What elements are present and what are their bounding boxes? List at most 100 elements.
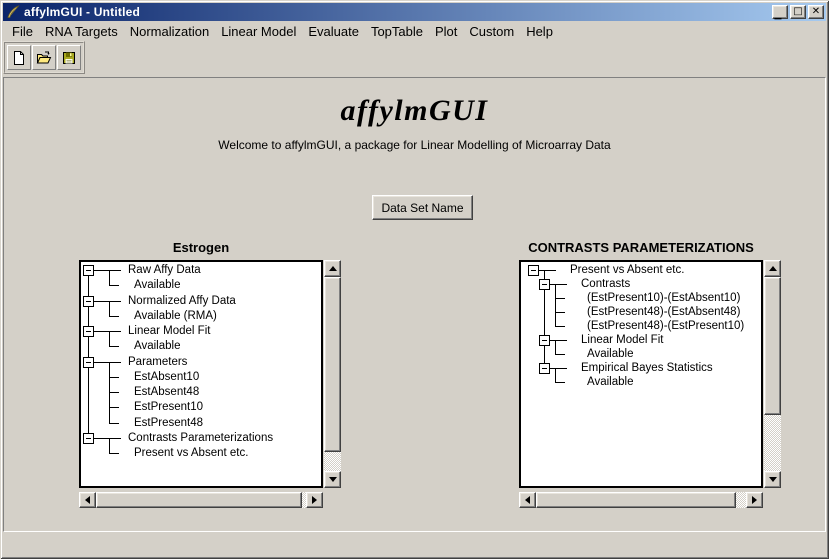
menu-item-plot[interactable]: Plot: [429, 22, 463, 41]
scroll-down-icon: [769, 477, 777, 482]
contrasts-tree-content: Present vs Absent etc.Contrasts(EstPrese…: [521, 262, 761, 486]
tree-line: [109, 438, 110, 453]
tree-line: [109, 346, 119, 347]
tree-line: [555, 354, 565, 355]
tree-line: [555, 382, 565, 383]
menu-item-file[interactable]: File: [6, 22, 39, 41]
data-set-name-button[interactable]: Data Set Name: [372, 195, 473, 220]
tree-node-label[interactable]: Available: [587, 375, 633, 389]
tree-node-label[interactable]: Present vs Absent etc.: [134, 446, 248, 460]
open-file-button[interactable]: [32, 45, 56, 70]
estrogen-tree-vertical-scrollbar: [324, 260, 341, 488]
tree-collapse-toggle[interactable]: [539, 335, 550, 346]
scrollbar-thumb[interactable]: [324, 277, 341, 452]
tree-collapse-toggle[interactable]: [83, 357, 94, 368]
tree-collapse-toggle[interactable]: [83, 265, 94, 276]
scroll-left-icon: [85, 496, 90, 504]
menu-item-help[interactable]: Help: [520, 22, 559, 41]
app-title: affylmGUI: [0, 94, 829, 128]
tree-node-label[interactable]: Available: [134, 339, 180, 353]
tree-line: [109, 301, 110, 316]
tree-collapse-toggle[interactable]: [528, 265, 539, 276]
maximize-button[interactable]: □: [790, 5, 806, 19]
contrasts-tree-title: CONTRASTS PARAMETERIZATIONS: [519, 240, 763, 255]
menu-item-evaluate[interactable]: Evaluate: [302, 22, 365, 41]
contrasts-tree-horizontal-scrollbar: [519, 492, 763, 508]
save-file-button[interactable]: [57, 45, 81, 70]
tree-line: [555, 326, 565, 327]
tree-line: [538, 270, 556, 271]
scroll-up-icon: [329, 266, 337, 271]
tree-node-label[interactable]: Raw Affy Data: [128, 263, 201, 277]
scrollbar-track[interactable]: [96, 492, 306, 508]
tree-node-label[interactable]: Linear Model Fit: [128, 324, 210, 338]
scroll-down-button[interactable]: [764, 471, 781, 488]
tree-node-label[interactable]: Present vs Absent etc.: [570, 263, 684, 277]
tree-line: [109, 270, 110, 285]
menu-item-rna-targets[interactable]: RNA Targets: [39, 22, 124, 41]
minus-icon: [531, 270, 536, 271]
tree-line: [555, 284, 556, 326]
tree-collapse-toggle[interactable]: [539, 279, 550, 290]
close-icon: ✕: [812, 7, 820, 17]
tree-collapse-toggle[interactable]: [83, 326, 94, 337]
scrollbar-track[interactable]: [324, 277, 341, 471]
tree-collapse-toggle[interactable]: [83, 296, 94, 307]
title-bar: affylmGUI - Untitled ▁ □ ✕: [3, 3, 826, 21]
close-button[interactable]: ✕: [808, 5, 824, 19]
tree-node-label[interactable]: Contrasts: [581, 277, 630, 291]
scrollbar-thumb[interactable]: [536, 492, 736, 508]
minus-icon: [86, 270, 91, 271]
scroll-up-button[interactable]: [324, 260, 341, 277]
scroll-right-icon: [752, 496, 757, 504]
tree-collapse-toggle[interactable]: [83, 433, 94, 444]
tree-line: [555, 368, 556, 382]
tree-line: [109, 285, 119, 286]
menu-item-custom[interactable]: Custom: [463, 22, 520, 41]
new-file-button[interactable]: [7, 45, 31, 70]
tree-node-label[interactable]: Available: [134, 278, 180, 292]
tree-node-label[interactable]: Available: [587, 347, 633, 361]
scroll-left-button[interactable]: [79, 492, 96, 508]
scrollbar-track[interactable]: [536, 492, 746, 508]
estrogen-tree-horizontal-scrollbar: [79, 492, 323, 508]
scroll-up-button[interactable]: [764, 260, 781, 277]
app-subtitle: Welcome to affylmGUI, a package for Line…: [0, 138, 829, 152]
contrasts-tree: Present vs Absent etc.Contrasts(EstPrese…: [519, 260, 763, 488]
tree-node-label[interactable]: Linear Model Fit: [581, 333, 663, 347]
tree-line: [109, 331, 110, 346]
scroll-right-button[interactable]: [746, 492, 763, 508]
scrollbar-thumb[interactable]: [96, 492, 302, 508]
menu-item-toptable[interactable]: TopTable: [365, 22, 429, 41]
scroll-left-button[interactable]: [519, 492, 536, 508]
tree-node-label[interactable]: EstPresent48: [134, 416, 203, 430]
minus-icon: [86, 331, 91, 332]
tree-node-label[interactable]: Normalized Affy Data: [128, 294, 236, 308]
tree-node-label[interactable]: Parameters: [128, 355, 187, 369]
minus-icon: [542, 284, 547, 285]
scroll-down-button[interactable]: [324, 471, 341, 488]
application-window: affylmGUI - Untitled ▁ □ ✕ FileRNA Targe…: [0, 0, 829, 559]
tree-node-label[interactable]: EstAbsent10: [134, 370, 199, 384]
tree-node-label[interactable]: Available (RMA): [134, 309, 217, 323]
tree-node-label[interactable]: EstAbsent48: [134, 385, 199, 399]
minimize-button[interactable]: ▁: [772, 5, 788, 19]
scroll-right-icon: [312, 496, 317, 504]
scroll-up-icon: [769, 266, 777, 271]
scrollbar-track[interactable]: [764, 277, 781, 471]
menu-item-normalization[interactable]: Normalization: [124, 22, 215, 41]
tree-node-label[interactable]: (EstPresent48)-(EstPresent10): [587, 319, 744, 333]
menu-item-linear-model[interactable]: Linear Model: [215, 22, 302, 41]
scrollbar-thumb[interactable]: [764, 277, 781, 415]
estrogen-tree: Raw Affy DataAvailableNormalized Affy Da…: [79, 260, 323, 488]
tree-line: [555, 312, 565, 313]
tree-node-label[interactable]: EstPresent10: [134, 400, 203, 414]
tree-collapse-toggle[interactable]: [539, 363, 550, 374]
tree-node-label[interactable]: (EstPresent48)-(EstAbsent48): [587, 305, 740, 319]
tree-node-label[interactable]: (EstPresent10)-(EstAbsent10): [587, 291, 740, 305]
scroll-right-button[interactable]: [306, 492, 323, 508]
tree-node-label[interactable]: Contrasts Parameterizations: [128, 431, 273, 445]
tk-feather-icon[interactable]: [5, 5, 21, 19]
save-floppy-icon: [61, 50, 77, 66]
tree-node-label[interactable]: Empirical Bayes Statistics: [581, 361, 713, 375]
